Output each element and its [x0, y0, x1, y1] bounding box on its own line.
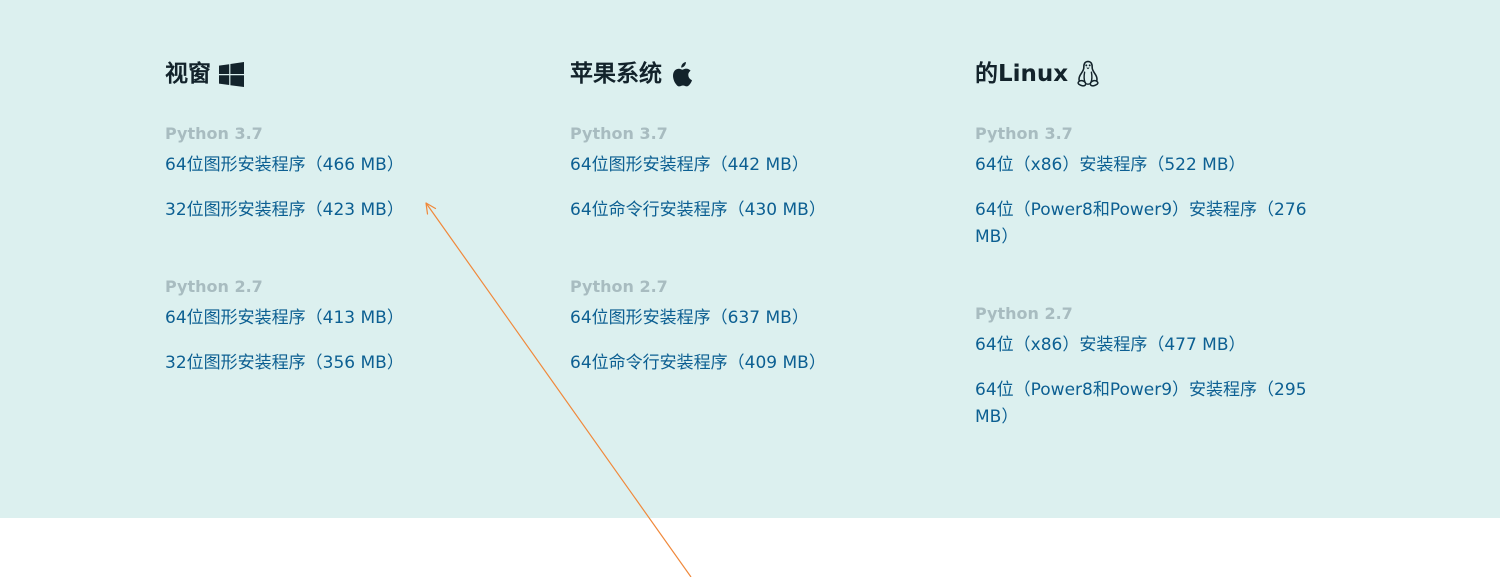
version-label: Python 2.7	[570, 277, 668, 296]
os-heading-label: 视窗	[165, 61, 211, 87]
installer-link-linux-py27-x86[interactable]: 64位（x86）安装程序（477 MB）	[975, 332, 1246, 359]
download-panel: 视窗 Python 3.7 64位图形安装程序（466 MB） 32位图形安装程…	[0, 0, 1500, 518]
installer-link-windows-py27-32bit[interactable]: 32位图形安装程序（356 MB）	[165, 350, 404, 377]
installer-link-windows-py37-32bit[interactable]: 32位图形安装程序（423 MB）	[165, 197, 404, 224]
os-heading-macos: 苹果系统	[570, 56, 920, 92]
apple-icon	[670, 61, 692, 87]
os-heading-label: 苹果系统	[570, 61, 662, 87]
installer-link-macos-py37-graphical[interactable]: 64位图形安装程序（442 MB）	[570, 152, 809, 179]
version-label: Python 3.7	[975, 124, 1073, 143]
version-label: Python 2.7	[975, 304, 1073, 323]
os-column-linux: 的Linux Python 3.7 64位（x86）安装程序（522 MB） 6…	[975, 56, 1325, 427]
installer-link-linux-py37-power[interactable]: 64位（Power8和Power9）安装程序（276 MB）	[975, 197, 1320, 251]
os-heading-linux: 的Linux	[975, 56, 1325, 92]
version-label: Python 3.7	[570, 124, 668, 143]
installer-link-linux-py37-x86[interactable]: 64位（x86）安装程序（522 MB）	[975, 152, 1246, 179]
linux-penguin-icon	[1076, 60, 1100, 88]
installer-link-windows-py37-64bit[interactable]: 64位图形安装程序（466 MB）	[165, 152, 404, 179]
installer-link-linux-py27-power[interactable]: 64位（Power8和Power9）安装程序（295 MB）	[975, 377, 1320, 431]
os-column-windows: 视窗 Python 3.7 64位图形安装程序（466 MB） 32位图形安装程…	[165, 56, 515, 373]
installer-link-windows-py27-64bit[interactable]: 64位图形安装程序（413 MB）	[165, 305, 404, 332]
windows-icon	[219, 61, 244, 87]
installer-link-macos-py27-graphical[interactable]: 64位图形安装程序（637 MB）	[570, 305, 809, 332]
installer-link-macos-py37-command-line[interactable]: 64位命令行安装程序（430 MB）	[570, 197, 826, 224]
os-heading-label: 的Linux	[975, 61, 1069, 87]
installer-link-macos-py27-command-line[interactable]: 64位命令行安装程序（409 MB）	[570, 350, 826, 377]
version-label: Python 3.7	[165, 124, 263, 143]
os-heading-windows: 视窗	[165, 56, 515, 92]
version-label: Python 2.7	[165, 277, 263, 296]
os-column-macos: 苹果系统 Python 3.7 64位图形安装程序（442 MB） 64位命令行…	[570, 56, 920, 373]
